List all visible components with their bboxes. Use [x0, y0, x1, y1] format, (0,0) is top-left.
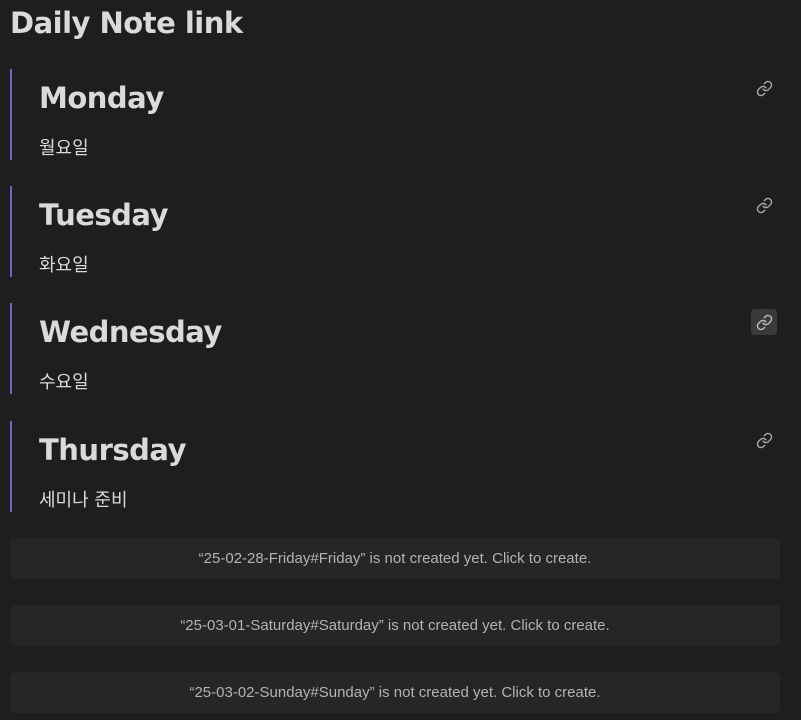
page-title: Daily Note link: [10, 6, 243, 40]
embed-wednesday: Wednesday 수요일: [10, 303, 782, 394]
embed-body: 월요일: [39, 138, 89, 159]
embed-heading: Wednesday: [39, 315, 222, 349]
link-icon: [756, 197, 772, 213]
embed-thursday: Thursday 세미나 준비: [10, 421, 782, 512]
link-icon: [756, 80, 772, 96]
embed-tuesday: Tuesday 화요일: [10, 186, 782, 277]
create-note-placeholder[interactable]: “25-02-28-Friday#Friday” is not created …: [10, 538, 780, 579]
open-link-button[interactable]: [751, 75, 777, 101]
embed-heading: Monday: [39, 81, 164, 115]
embed-monday: Monday 월요일: [10, 69, 782, 160]
embed-heading: Thursday: [39, 433, 186, 467]
embed-body: 화요일: [39, 255, 89, 276]
embed-body: 수요일: [39, 372, 89, 393]
link-icon: [756, 314, 772, 330]
create-note-placeholder[interactable]: “25-03-02-Sunday#Sunday” is not created …: [10, 672, 780, 713]
create-note-placeholder[interactable]: “25-03-01-Saturday#Saturday” is not crea…: [10, 605, 780, 646]
embed-heading: Tuesday: [39, 198, 169, 232]
embed-body: 세미나 준비: [39, 490, 128, 511]
open-link-button[interactable]: [751, 427, 777, 453]
open-link-button[interactable]: [751, 309, 777, 335]
open-link-button[interactable]: [751, 192, 777, 218]
link-icon: [756, 432, 772, 448]
